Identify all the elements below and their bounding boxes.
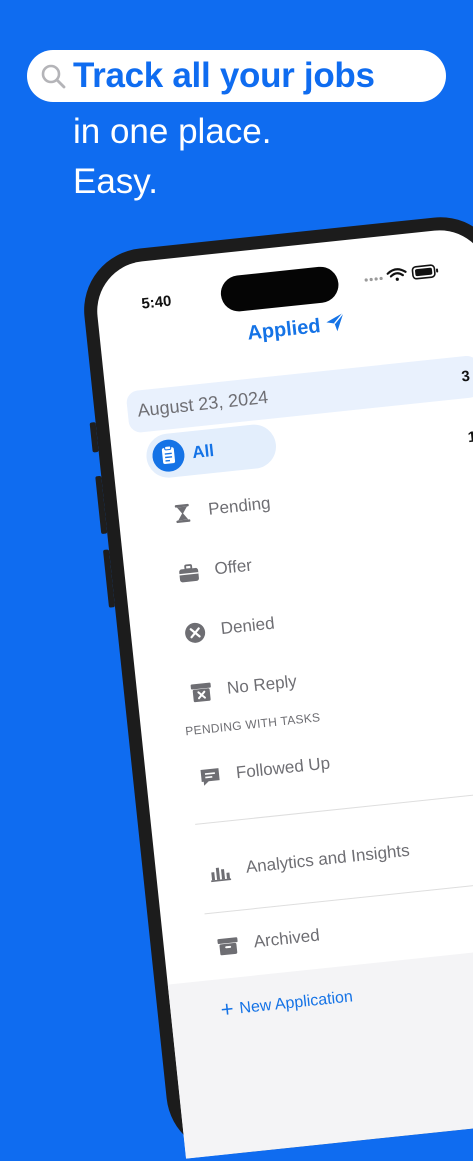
section-header-pending-tasks: PENDING WITH TASKS — [185, 710, 321, 738]
filter-all-label: All — [191, 441, 215, 463]
x-circle-icon — [182, 620, 208, 646]
filter-offer[interactable]: Offer — [175, 559, 178, 589]
archived-link[interactable]: Archived — [215, 932, 218, 962]
analytics-insights-label: Analytics and Insights — [245, 841, 411, 878]
headline-line-1: Track all your jobs — [73, 56, 375, 96]
divider — [205, 877, 473, 915]
phone-mockup: 5:40 — [78, 211, 473, 1160]
search-icon — [39, 62, 67, 90]
plus-icon: + — [219, 996, 234, 1022]
date-row[interactable]: August 23, 2024 — [126, 355, 473, 434]
analytics-insights-link[interactable]: Analytics and Insights — [207, 858, 210, 888]
task-followed-up-label: Followed Up — [235, 753, 331, 783]
app-title-text: Applied — [246, 315, 321, 345]
date-label: August 23, 2024 — [137, 387, 270, 422]
chart-icon — [207, 858, 233, 884]
task-followed-up[interactable]: Followed Up — [197, 763, 200, 793]
status-icons — [362, 260, 444, 288]
clipboard-icon — [151, 438, 186, 473]
signal-icon — [364, 277, 382, 282]
bottom-bar — [168, 943, 473, 1158]
hourglass-icon — [169, 500, 195, 526]
date-count: 3 — [461, 368, 471, 386]
archive-box-icon — [215, 933, 241, 959]
filter-pending-label: Pending — [207, 493, 271, 519]
filter-pending[interactable]: Pending — [169, 500, 172, 530]
headline-pill: Track all your jobs — [27, 50, 446, 102]
dynamic-island — [219, 265, 340, 313]
wifi-icon — [387, 268, 406, 281]
filter-offer-label: Offer — [214, 556, 253, 580]
filter-all-count: 1 — [467, 428, 473, 446]
filter-all[interactable]: All — [144, 422, 278, 479]
battery-icon — [412, 264, 439, 279]
filter-denied-label: Denied — [220, 614, 276, 640]
archived-label: Archived — [253, 926, 321, 953]
message-icon — [197, 764, 223, 790]
headline-line-3: Easy. — [73, 162, 158, 202]
divider — [195, 787, 473, 825]
phone-screen: 5:40 — [92, 225, 473, 1158]
phone-frame: 5:40 — [78, 211, 473, 1160]
archive-x-icon — [188, 679, 214, 705]
filter-no-reply[interactable]: No Reply — [188, 679, 191, 709]
filter-no-reply-label: No Reply — [226, 672, 298, 699]
briefcase-icon — [176, 560, 202, 586]
status-time: 5:40 — [141, 293, 173, 313]
paper-plane-icon — [323, 310, 347, 334]
filter-denied[interactable]: Denied — [182, 619, 185, 649]
headline-line-2: in one place. — [73, 112, 271, 152]
